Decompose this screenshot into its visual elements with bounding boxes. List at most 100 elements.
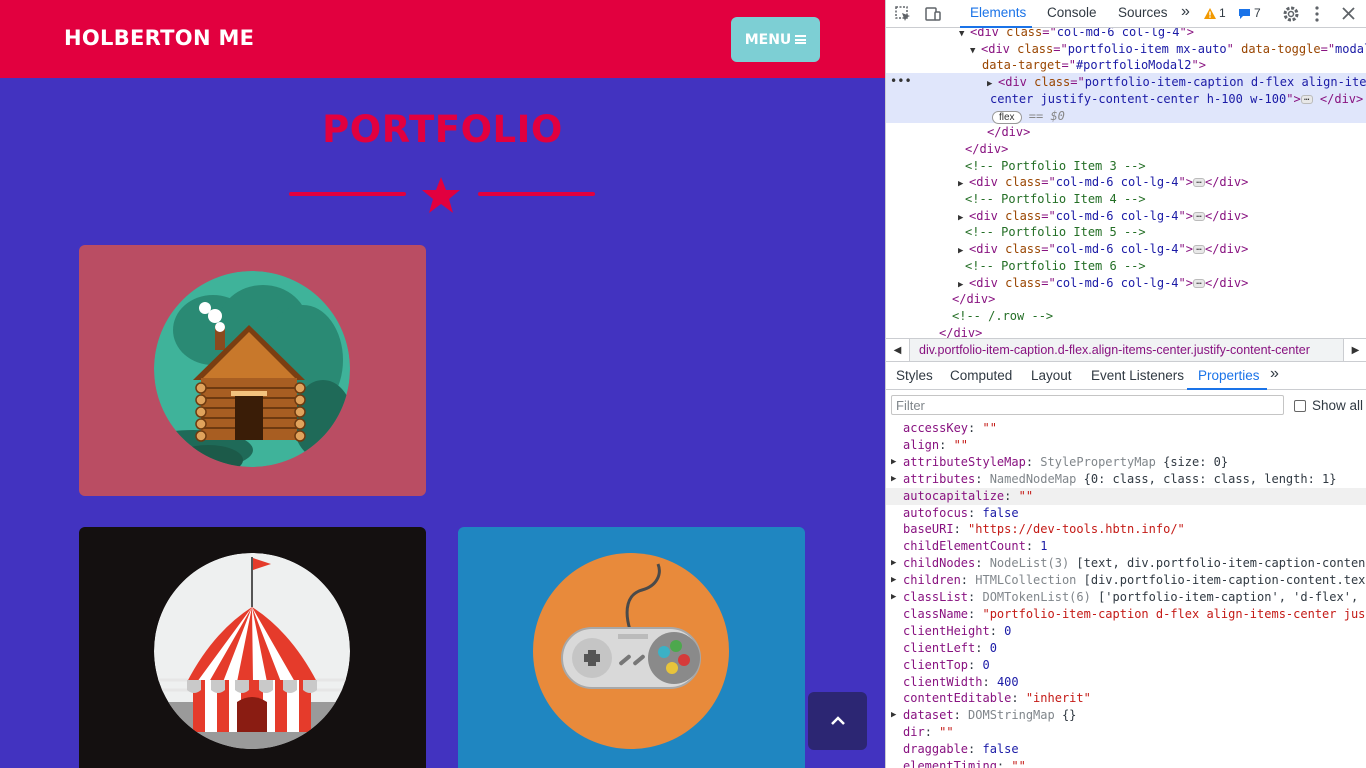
- property-row[interactable]: ▶ attributes: NamedNodeMap {0: class, cla…: [886, 471, 1366, 488]
- tag-text: <div: [969, 208, 1006, 223]
- expand-triangle-closed-icon[interactable]: ▶: [891, 707, 896, 724]
- selected-node-marker: == $0: [1021, 108, 1065, 123]
- tab-elements[interactable]: Elements: [970, 5, 1026, 20]
- tag-text: <div: [970, 28, 1007, 39]
- expand-triangle-open-icon[interactable]: ▼: [970, 43, 981, 60]
- sidebar-tabs: Styles Computed Layout Event Listeners P…: [886, 362, 1366, 390]
- brand-logo-text[interactable]: HOLBERTON ME: [64, 26, 254, 50]
- device-toggle-icon[interactable]: [924, 5, 942, 23]
- property-row[interactable]: baseURI: "https://dev-tools.hbtn.info/": [886, 521, 1366, 538]
- filter-input[interactable]: [891, 395, 1284, 415]
- property-row[interactable]: accessKey: "": [886, 420, 1366, 437]
- inspect-element-icon[interactable]: [894, 5, 912, 23]
- property-row[interactable]: clientWidth: 400: [886, 674, 1366, 691]
- breadcrumb-scroll-right-icon[interactable]: ▶: [1343, 339, 1366, 361]
- messages-badge[interactable]: 7: [1238, 6, 1261, 20]
- property-value: "portfolio-item-caption d-flex align-ite…: [982, 606, 1366, 621]
- property-row[interactable]: autofocus: false: [886, 505, 1366, 522]
- property-row[interactable]: childElementCount: 1: [886, 538, 1366, 555]
- tab-sources[interactable]: Sources: [1118, 5, 1168, 20]
- property-value: "": [1011, 759, 1026, 768]
- dom-node-line[interactable]: </div>: [939, 325, 982, 338]
- dom-node-line[interactable]: <!-- Portfolio Item 4 -->: [965, 191, 1146, 208]
- property-row[interactable]: ▶ attributeStyleMap: StylePropertyMap {si…: [886, 454, 1366, 471]
- portfolio-item-game[interactable]: [458, 527, 805, 768]
- dom-node-line[interactable]: </div>: [965, 141, 1008, 158]
- dom-node-line[interactable]: ▶ <div class="col-md-6 col-lg-4">… </div>: [958, 275, 1248, 294]
- breadcrumb[interactable]: div.portfolio-item-caption.d-flex.align-…: [919, 343, 1341, 357]
- flex-badge[interactable]: flex: [992, 110, 1022, 124]
- property-row[interactable]: clientHeight: 0: [886, 623, 1366, 640]
- node-actions-ellipsis[interactable]: •••: [890, 73, 912, 90]
- dom-node-line[interactable]: </div>: [987, 124, 1030, 141]
- expand-triangle-closed-icon[interactable]: ▶: [891, 572, 896, 589]
- tag-text: ">: [1191, 58, 1206, 73]
- property-row[interactable]: contentEditable: "inherit": [886, 690, 1366, 707]
- devtools-panel: Elements Console Sources » 1 7 ••• ▼ <div…: [885, 0, 1366, 768]
- collapsed-children-ellipsis[interactable]: …: [1192, 210, 1205, 221]
- property-row[interactable]: ▶ childNodes: NodeList(3) [text, div.port…: [886, 555, 1366, 572]
- property-key: autocapitalize: [903, 488, 1005, 503]
- tag-text: ": [1226, 41, 1242, 56]
- property-row[interactable]: elementTiming: "": [886, 758, 1366, 768]
- tab-layout[interactable]: Layout: [1031, 368, 1072, 383]
- more-subtabs-chevron-icon[interactable]: »: [1270, 365, 1279, 383]
- property-row[interactable]: ▶ children: HTMLCollection [div.portfolio…: [886, 572, 1366, 589]
- expand-triangle-open-icon[interactable]: ▼: [959, 28, 970, 43]
- property-preview: [div.portfolio-item-caption-content.text…: [1076, 573, 1366, 588]
- property-row[interactable]: align: "": [886, 437, 1366, 454]
- portfolio-item-cabin[interactable]: [79, 245, 426, 496]
- expand-triangle-closed-icon[interactable]: ▶: [891, 454, 896, 471]
- more-tabs-chevron-icon[interactable]: »: [1181, 3, 1190, 21]
- tag-text: ">: [1178, 175, 1193, 190]
- portfolio-item-circus[interactable]: [79, 527, 426, 768]
- breadcrumb-scroll-left-icon[interactable]: ◀: [886, 339, 910, 361]
- dom-node-line[interactable]: <!-- Portfolio Item 5 -->: [965, 224, 1146, 241]
- tab-event-listeners[interactable]: Event Listeners: [1091, 368, 1184, 383]
- settings-gear-icon[interactable]: [1282, 5, 1300, 23]
- attribute-value: col-md-6 col-lg-4: [1055, 242, 1179, 257]
- property-value: false: [982, 505, 1019, 520]
- dom-node-line[interactable]: flex == $0: [992, 108, 1065, 125]
- dom-node-line[interactable]: data-target="#portfolioModal2">: [982, 57, 1206, 74]
- scroll-to-top-button[interactable]: [808, 692, 867, 750]
- show-all-checkbox[interactable]: Show all: [1294, 398, 1363, 413]
- expand-triangle-closed-icon[interactable]: ▶: [891, 555, 896, 572]
- property-row[interactable]: clientTop: 0: [886, 657, 1366, 674]
- tag-text: ">: [1178, 208, 1193, 223]
- property-row[interactable]: className: "portfolio-item-caption d-fle…: [886, 606, 1366, 623]
- dom-node-line[interactable]: </div>: [952, 291, 995, 308]
- expand-triangle-closed-icon[interactable]: ▶: [891, 471, 896, 488]
- dom-node-line[interactable]: <!-- Portfolio Item 3 -->: [965, 158, 1146, 175]
- expand-triangle-closed-icon[interactable]: ▶: [891, 589, 896, 606]
- property-row[interactable]: autocapitalize: "": [886, 487, 1366, 505]
- dom-node-line[interactable]: <!-- Portfolio Item 6 -->: [965, 258, 1146, 275]
- property-row[interactable]: ▶ dataset: DOMStringMap {}: [886, 707, 1366, 724]
- property-value: "inherit": [1025, 691, 1091, 706]
- tab-console[interactable]: Console: [1047, 5, 1097, 20]
- property-row[interactable]: dir: "": [886, 724, 1366, 741]
- more-options-icon[interactable]: [1314, 5, 1320, 23]
- tab-properties[interactable]: Properties: [1198, 368, 1260, 383]
- menu-button[interactable]: MENU: [731, 17, 820, 62]
- html-comment: <!-- /.row -->: [952, 308, 1054, 323]
- dom-node-line[interactable]: center justify-content-center h-100 w-10…: [990, 91, 1363, 108]
- property-row[interactable]: draggable: false: [886, 741, 1366, 758]
- collapsed-children-ellipsis[interactable]: …: [1192, 177, 1205, 188]
- tag-text: </div>: [1204, 275, 1249, 290]
- property-row[interactable]: clientLeft: 0: [886, 640, 1366, 657]
- close-icon[interactable]: [1342, 7, 1355, 20]
- property-key: clientWidth: [903, 674, 983, 689]
- dom-node-line[interactable]: <!-- /.row -->: [952, 308, 1053, 325]
- tab-styles[interactable]: Styles: [896, 368, 933, 383]
- property-key: classList: [903, 590, 969, 604]
- collapsed-children-ellipsis[interactable]: …: [1192, 244, 1205, 255]
- property-colon: :: [968, 590, 983, 604]
- tab-computed[interactable]: Computed: [950, 368, 1012, 383]
- collapsed-children-ellipsis[interactable]: …: [1192, 277, 1205, 288]
- warnings-badge[interactable]: 1: [1204, 6, 1226, 20]
- property-row[interactable]: ▶ classList: DOMTokenList(6) ['portfolio-…: [886, 589, 1366, 606]
- collapsed-children-ellipsis[interactable]: …: [1300, 93, 1313, 104]
- tag-text: =": [1042, 28, 1057, 39]
- checkbox-box[interactable]: [1294, 399, 1306, 412]
